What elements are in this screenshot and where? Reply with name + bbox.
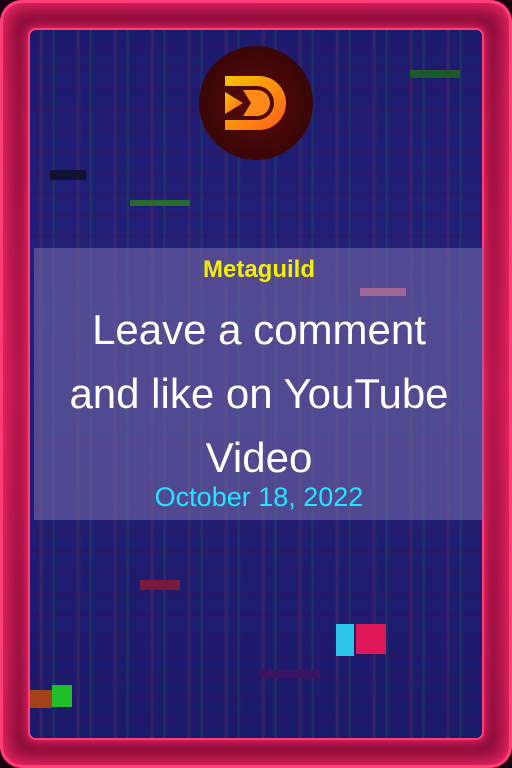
glitch-block bbox=[356, 624, 386, 654]
card-title: Leave a comment and like on YouTube Vide… bbox=[34, 298, 484, 490]
glitch-block bbox=[336, 624, 354, 656]
glitch-block bbox=[30, 690, 52, 708]
title-line: and like on YouTube bbox=[69, 370, 449, 417]
glitch-block bbox=[410, 70, 460, 78]
glitch-block bbox=[52, 685, 72, 707]
brand-name: Metaguild bbox=[203, 256, 315, 283]
glitch-block bbox=[130, 200, 190, 206]
title-line: Video bbox=[205, 434, 313, 481]
glitch-block bbox=[140, 580, 180, 590]
title-line: Leave a comment bbox=[92, 306, 426, 353]
event-date: October 18, 2022 bbox=[154, 482, 364, 512]
glitch-block bbox=[50, 170, 86, 180]
logo-mark bbox=[225, 76, 286, 130]
info-panel: Metaguild Leave a comment and like on Yo… bbox=[34, 248, 484, 520]
card-frame: Metaguild Leave a comment and like on Yo… bbox=[0, 0, 512, 768]
glitch-block bbox=[260, 670, 320, 678]
metaguild-logo-icon bbox=[199, 46, 313, 160]
